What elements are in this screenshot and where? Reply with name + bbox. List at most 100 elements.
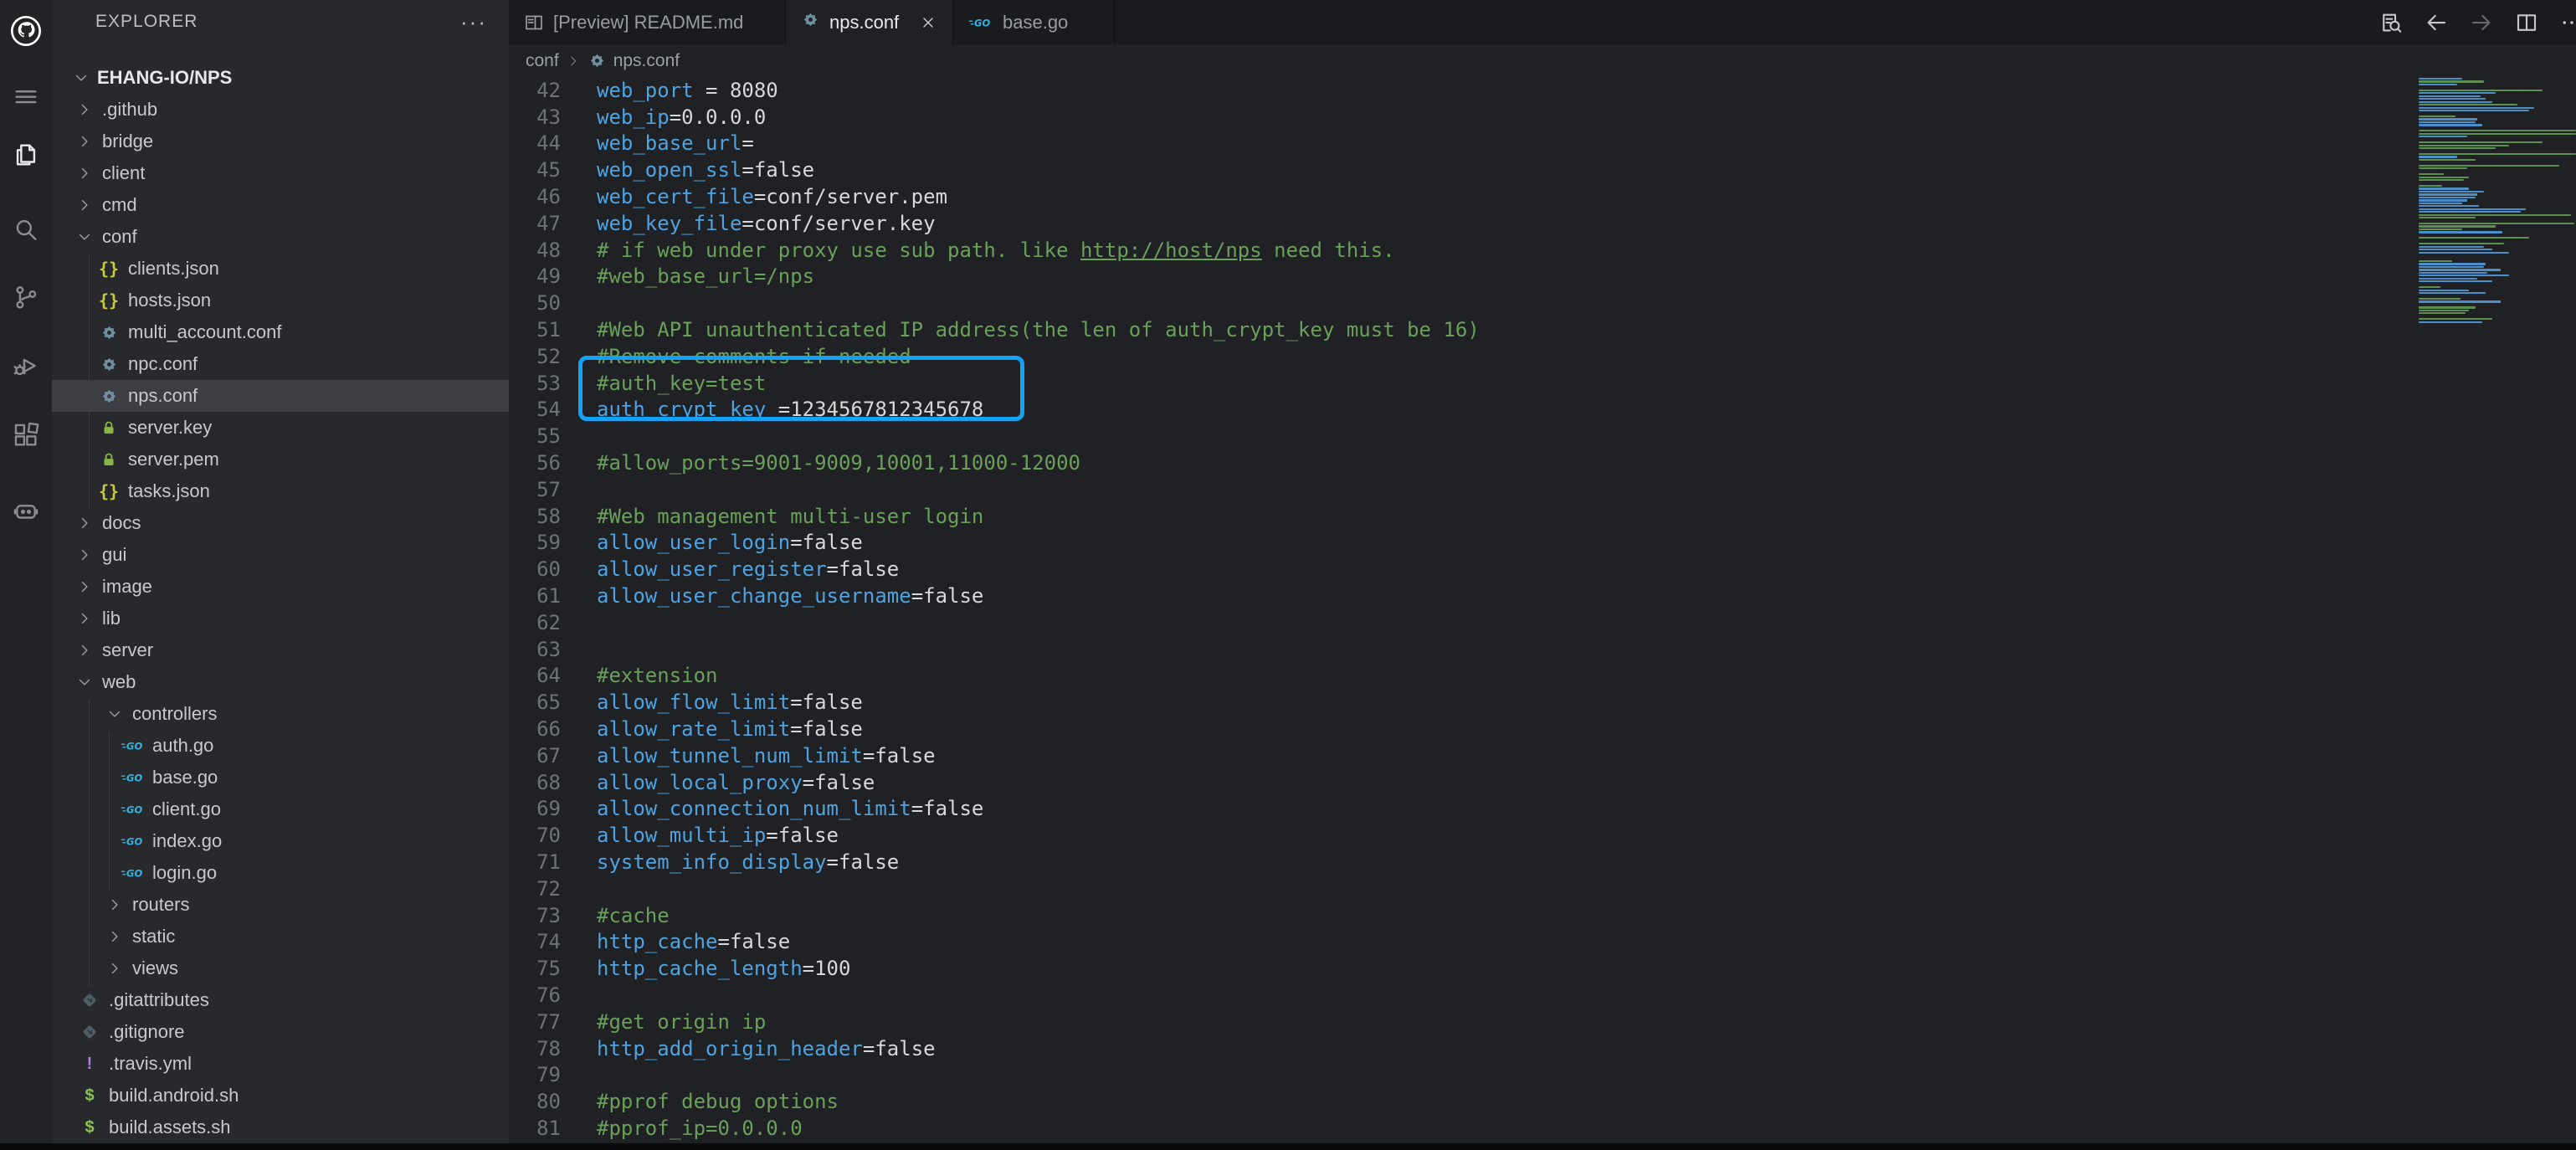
code-line-50[interactable]: 50: [509, 290, 2576, 316]
tree-item-bridge[interactable]: bridge: [52, 126, 509, 157]
search-icon[interactable]: [12, 216, 40, 244]
code-line-46[interactable]: 46web_cert_file=conf/server.pem: [509, 183, 2576, 210]
tree-item-routers[interactable]: routers: [52, 889, 509, 921]
code-line-58[interactable]: 58#Web management multi-user login: [509, 503, 2576, 530]
code-line-70[interactable]: 70allow_multi_ip=false: [509, 822, 2576, 849]
tree-item-image[interactable]: image: [52, 571, 509, 603]
code-line-75[interactable]: 75http_cache_length=100: [509, 955, 2576, 982]
tree-item--github[interactable]: .github: [52, 94, 509, 126]
code-line-65[interactable]: 65allow_flow_limit=false: [509, 689, 2576, 716]
tab-nps-conf[interactable]: nps.conf: [786, 0, 953, 44]
run-debug-icon[interactable]: [12, 352, 40, 380]
tree-item-web[interactable]: web: [52, 666, 509, 698]
tree-item-server[interactable]: server: [52, 634, 509, 666]
code-line-48[interactable]: 48# if web under proxy use sub path. lik…: [509, 237, 2576, 264]
tree-item-base-go[interactable]: GObase.go: [52, 762, 509, 793]
code-line-68[interactable]: 68allow_local_proxy=false: [509, 769, 2576, 796]
open-preview-icon[interactable]: [2378, 10, 2404, 35]
tree-item-npc-conf[interactable]: npc.conf: [52, 348, 509, 380]
code-line-74[interactable]: 74http_cache=false: [509, 929, 2576, 956]
more-actions-icon[interactable]: [2559, 10, 2576, 35]
tree-item-server-pem[interactable]: server.pem: [52, 444, 509, 475]
code-line-52[interactable]: 52#Remove comments if needed: [509, 343, 2576, 370]
code-line-42[interactable]: 42web_port = 8080: [509, 77, 2576, 104]
tree-item-static[interactable]: static: [52, 921, 509, 952]
code-line-61[interactable]: 61allow_user_change_username=false: [509, 583, 2576, 609]
copilot-icon[interactable]: [12, 496, 40, 525]
breadcrumb-file[interactable]: nps.conf: [613, 51, 680, 71]
explorer-icon[interactable]: [12, 141, 40, 169]
close-icon[interactable]: [920, 14, 936, 31]
code-line-63[interactable]: 63: [509, 636, 2576, 663]
tab--preview-readme-md[interactable]: [Preview] README.md: [509, 0, 786, 44]
code-line-72[interactable]: 72: [509, 875, 2576, 902]
tree-item--gitignore[interactable]: .gitignore: [52, 1016, 509, 1048]
tree-item-client-go[interactable]: GOclient.go: [52, 793, 509, 825]
tree-item-conf[interactable]: conf: [52, 221, 509, 253]
code-line-44[interactable]: 44web_base_url=: [509, 131, 2576, 157]
line-number: 71: [509, 850, 561, 874]
tree-item-multi-account-conf[interactable]: multi_account.conf: [52, 316, 509, 348]
code-line-80[interactable]: 80#pprof debug options: [509, 1088, 2576, 1115]
tree-item-clients-json[interactable]: {}clients.json: [52, 253, 509, 285]
tree-item-label: base.go: [152, 767, 218, 788]
code-line-45[interactable]: 45web_open_ssl=false: [509, 157, 2576, 183]
tree-item-gui[interactable]: gui: [52, 539, 509, 571]
tree-item--travis-yml[interactable]: !.travis.yml: [52, 1048, 509, 1080]
code-line-54[interactable]: 54auth_crypt_key =1234567812345678: [509, 397, 2576, 424]
split-editor-icon[interactable]: [2514, 10, 2539, 35]
tree-item-views[interactable]: views: [52, 952, 509, 984]
code-line-43[interactable]: 43web_ip=0.0.0.0: [509, 104, 2576, 131]
tree-item-cmd[interactable]: cmd: [52, 189, 509, 221]
code-line-77[interactable]: 77#get origin ip: [509, 1009, 2576, 1035]
tree-item-nps-conf[interactable]: nps.conf: [52, 380, 509, 412]
code-line-79[interactable]: 79: [509, 1061, 2576, 1088]
code-line-71[interactable]: 71system_info_display=false: [509, 849, 2576, 875]
code-line-62[interactable]: 62: [509, 609, 2576, 636]
tree-item-server-key[interactable]: server.key: [52, 412, 509, 444]
code-line-57[interactable]: 57: [509, 476, 2576, 503]
line-number: 72: [509, 877, 561, 901]
code-line-56[interactable]: 56#allow_ports=9001-9009,10001,11000-120…: [509, 449, 2576, 476]
source-control-icon[interactable]: [12, 283, 40, 311]
tree-item-build-assets-sh[interactable]: $build.assets.sh: [52, 1111, 509, 1143]
code-line-47[interactable]: 47web_key_file=conf/server.key: [509, 210, 2576, 237]
code-line-78[interactable]: 78http_add_origin_header=false: [509, 1035, 2576, 1062]
code-line-66[interactable]: 66allow_rate_limit=false: [509, 716, 2576, 742]
tree-root[interactable]: EHANG-IO/NPS: [52, 62, 509, 94]
code-line-59[interactable]: 59allow_user_login=false: [509, 530, 2576, 557]
code-line-53[interactable]: 53#auth_key=test: [509, 370, 2576, 397]
go-back-icon[interactable]: [2424, 10, 2449, 35]
more-actions-icon[interactable]: ···: [460, 18, 487, 26]
code-line-81[interactable]: 81#pprof_ip=0.0.0.0: [509, 1115, 2576, 1142]
code-line-64[interactable]: 64#extension: [509, 663, 2576, 690]
tree-item-docs[interactable]: docs: [52, 507, 509, 539]
tree-item-auth-go[interactable]: GOauth.go: [52, 730, 509, 762]
menu-icon[interactable]: [12, 82, 40, 110]
code-editor[interactable]: 42web_port = 808043web_ip=0.0.0.044web_b…: [509, 77, 2576, 1143]
tree-item-controllers[interactable]: controllers: [52, 698, 509, 730]
go-forward-icon[interactable]: [2469, 10, 2494, 35]
code-line-60[interactable]: 60allow_user_register=false: [509, 556, 2576, 583]
code-line-69[interactable]: 69allow_connection_num_limit=false: [509, 796, 2576, 823]
tree-item-lib[interactable]: lib: [52, 603, 509, 634]
tree-item-hosts-json[interactable]: {}hosts.json: [52, 285, 509, 316]
tree-item-login-go[interactable]: GOlogin.go: [52, 857, 509, 889]
breadcrumb-folder[interactable]: conf: [526, 51, 559, 71]
code-line-73[interactable]: 73#cache: [509, 902, 2576, 929]
minimap[interactable]: [2419, 78, 2576, 1143]
github-logo-icon[interactable]: [9, 14, 43, 48]
code-line-55[interactable]: 55: [509, 423, 2576, 449]
tree-item--gitattributes[interactable]: .gitattributes: [52, 984, 509, 1016]
tree-item-tasks-json[interactable]: {}tasks.json: [52, 475, 509, 507]
tree-item-client[interactable]: client: [52, 157, 509, 189]
code-line-49[interactable]: 49#web_base_url=/nps: [509, 264, 2576, 290]
code-line-76[interactable]: 76: [509, 982, 2576, 1009]
tab-base-go[interactable]: GObase.go: [953, 0, 1115, 44]
code-line-67[interactable]: 67allow_tunnel_num_limit=false: [509, 742, 2576, 769]
line-number: 50: [509, 291, 561, 315]
tree-item-index-go[interactable]: GOindex.go: [52, 825, 509, 857]
tree-item-build-android-sh[interactable]: $build.android.sh: [52, 1080, 509, 1111]
extensions-icon[interactable]: [12, 421, 40, 449]
code-line-51[interactable]: 51#Web API unauthenticated IP address(th…: [509, 316, 2576, 343]
